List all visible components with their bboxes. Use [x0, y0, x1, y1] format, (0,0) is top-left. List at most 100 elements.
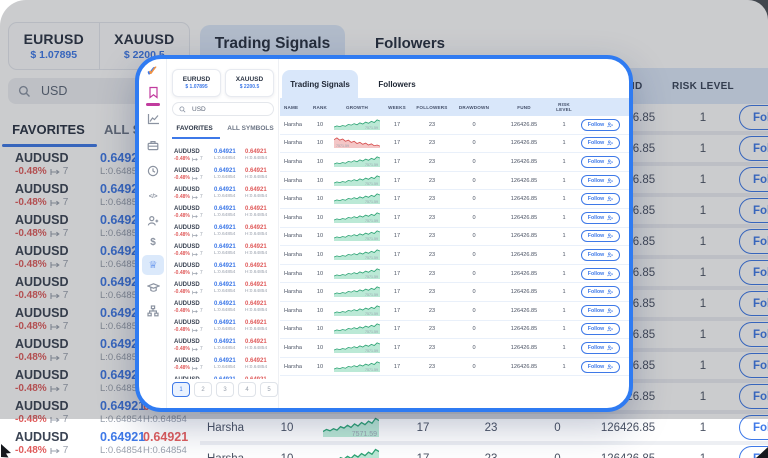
- follow-button[interactable]: Follow: [580, 211, 621, 224]
- bid-price: 0.64921: [214, 225, 236, 231]
- weeks-value: 17: [393, 326, 401, 333]
- follow-button[interactable]: Follow: [580, 341, 621, 354]
- symbol-name: AUDUSD: [174, 282, 200, 288]
- symbol-list-item[interactable]: AUDUSD -0.48% 7 0.64921 L:0.64854 0.6492…: [167, 356, 279, 375]
- symbol-list-item[interactable]: AUDUSD -0.48% 7 0.64921 L:0.64854 0.6492…: [167, 337, 279, 356]
- follow-button[interactable]: Follow: [580, 323, 621, 336]
- fund-value: 126426.85: [510, 214, 538, 221]
- signal-row[interactable]: Harsha 10 7571.59 17 23 0 126426.85 1 Fo…: [280, 265, 629, 284]
- symbol-change: -0.48%: [174, 175, 190, 181]
- spread-value: 7: [199, 270, 203, 276]
- search-bar[interactable]: [172, 102, 274, 116]
- ask-high: H:0.64854: [245, 175, 268, 180]
- signal-row[interactable]: Harsha 10 7571.59 17 23 0 126426.85 1 Fo…: [200, 445, 768, 458]
- follow-button[interactable]: Follow: [580, 118, 621, 131]
- weeks-value: 17: [393, 140, 401, 147]
- briefcase-icon[interactable]: [139, 137, 167, 153]
- symbol-list-item[interactable]: AUDUSD -0.48% 7 0.64921 L:0.64854 0.6492…: [167, 185, 279, 204]
- follow-button[interactable]: Follow: [580, 286, 621, 299]
- symbol-list-item[interactable]: AUDUSD -0.48% 7 0.64921 L:0.64854 0.6492…: [167, 299, 279, 318]
- symbol-list-item[interactable]: AUDUSD -0.48% 7 0.64921 L:0.64854 0.6492…: [167, 375, 279, 379]
- follow-user-icon: [607, 289, 614, 295]
- follow-button[interactable]: Follow: [580, 174, 621, 187]
- symbol-list-item[interactable]: AUDUSD -0.48% 7 0.64921 L:0.64854 0.6492…: [167, 147, 279, 166]
- signal-row[interactable]: Harsha 10 7571.59 17 23 0 126426.85 1 Fo…: [280, 321, 629, 340]
- history-icon[interactable]: [139, 163, 167, 179]
- hierarchy-icon[interactable]: [139, 303, 167, 319]
- page-5[interactable]: 5: [260, 382, 278, 397]
- spread-icon: [192, 157, 198, 161]
- tab-xauusd[interactable]: XAUUSD $ 2200.5: [225, 69, 274, 97]
- tab-all-symbols[interactable]: ALL SYMBOLS: [222, 125, 279, 132]
- symbol-list-item[interactable]: AUDUSD -0.48% 7 0.64921 L:0.64854 0.6492…: [0, 427, 230, 458]
- follow-user-icon: [607, 233, 614, 239]
- signal-row[interactable]: Harsha 10 7571.59 17 23 0 126426.85 1 Fo…: [280, 228, 629, 247]
- education-icon[interactable]: [139, 279, 167, 295]
- bid-low: L:0.64854: [214, 308, 236, 313]
- symbol-list-item[interactable]: AUDUSD -0.48% 7 0.64921 L:0.64854 0.6492…: [167, 261, 279, 280]
- follow-button[interactable]: Follow: [580, 193, 621, 206]
- symbol-list-item[interactable]: AUDUSD -0.48% 7 0.64921 L:0.64854 0.6492…: [167, 318, 279, 337]
- page-2[interactable]: 2: [194, 382, 212, 397]
- growth-value: 7571.59: [351, 431, 377, 438]
- signals-crown-icon[interactable]: ♕: [142, 255, 164, 275]
- tab-eurusd[interactable]: EURUSD $ 1.07895: [172, 69, 221, 97]
- symbol-name: AUDUSD: [174, 206, 200, 212]
- risk-level-value: 1: [562, 233, 566, 240]
- page-1[interactable]: 1: [172, 382, 190, 397]
- signal-row[interactable]: Harsha 10 7571.59 17 23 0 126426.85 1 Fo…: [280, 246, 629, 265]
- ask-high: H:0.64854: [245, 251, 268, 256]
- growth-sparkline: 7571.59: [334, 211, 380, 223]
- signal-row[interactable]: Harsha 10 7571.59 17 23 0 126426.85 1 Fo…: [280, 172, 629, 191]
- ask-high: H:0.64854: [245, 327, 268, 332]
- signal-row[interactable]: Harsha 10 7571.59 17 23 0 126426.85 1 Fo…: [280, 116, 629, 135]
- ask-price: 0.64921: [245, 187, 267, 193]
- page-4[interactable]: 4: [238, 382, 256, 397]
- ask-high: H:0.64854: [245, 156, 268, 161]
- follow-button[interactable]: Follow: [580, 360, 621, 373]
- growth-value: 7571.59: [365, 162, 378, 167]
- follow-button[interactable]: Follow: [580, 304, 621, 317]
- rank-value: 10: [316, 289, 324, 296]
- follow-button[interactable]: Follow: [580, 230, 621, 243]
- risk-level-value: 1: [562, 196, 566, 203]
- symbol-list-item[interactable]: AUDUSD -0.48% 7 0.64921 L:0.64854 0.6492…: [167, 204, 279, 223]
- ask-price: 0.64921: [245, 358, 267, 364]
- invite-user-icon[interactable]: [139, 213, 167, 229]
- bid-price: 0.64921: [214, 149, 236, 155]
- search-input[interactable]: [190, 104, 260, 114]
- follow-button[interactable]: Follow: [580, 267, 621, 280]
- signal-row[interactable]: Harsha 10 7571.59 17 23 0 126426.85 1 Fo…: [280, 190, 629, 209]
- signal-row[interactable]: Harsha 10 7571.59 17 23 0 126426.85 1 Fo…: [280, 209, 629, 228]
- symbol-list-item[interactable]: AUDUSD -0.48% 7 0.64921 L:0.64854 0.6492…: [167, 242, 279, 261]
- tab-trading-signals[interactable]: Trading Signals: [282, 70, 358, 98]
- bookmark-icon[interactable]: [139, 83, 167, 101]
- risk-level-value: 1: [562, 214, 566, 221]
- tab-followers[interactable]: Followers: [362, 70, 432, 98]
- spread-value: 7: [199, 175, 203, 181]
- bid-price: 0.64921: [214, 244, 236, 250]
- follow-button[interactable]: Follow: [580, 155, 621, 168]
- signal-row[interactable]: Harsha 10 7571.59 17 23 0 126426.85 1 Fo…: [280, 302, 629, 321]
- signal-row[interactable]: Harsha 10 7571.59 17 23 0 126426.85 1 Fo…: [280, 358, 629, 377]
- follow-button[interactable]: Follow: [580, 248, 621, 261]
- tab-favorites[interactable]: FAVORITES: [167, 125, 222, 132]
- growth-sparkline: 7571.59: [334, 136, 380, 149]
- weeks-value: 17: [393, 214, 401, 221]
- search-icon: [179, 105, 186, 112]
- code-icon[interactable]: </>: [139, 189, 167, 203]
- rank-value: 10: [316, 140, 324, 147]
- header-growth: GROWTH: [345, 104, 369, 110]
- dollar-icon[interactable]: $: [139, 235, 167, 249]
- chart-icon[interactable]: [139, 111, 167, 127]
- page-3[interactable]: 3: [216, 382, 234, 397]
- symbol-list-item[interactable]: AUDUSD -0.48% 7 0.64921 L:0.64854 0.6492…: [167, 223, 279, 242]
- signal-row[interactable]: Harsha 10 7571.59 17 23 0 126426.85 1 Fo…: [280, 283, 629, 302]
- follow-button[interactable]: Follow: [580, 137, 621, 150]
- signal-row[interactable]: Harsha 10 7571.59 17 23 0 126426.85 1 Fo…: [280, 153, 629, 172]
- follow-label: Follow: [587, 344, 605, 351]
- signal-row[interactable]: Harsha 10 7571.59 17 23 0 126426.85 1 Fo…: [280, 135, 629, 154]
- symbol-list-item[interactable]: AUDUSD -0.48% 7 0.64921 L:0.64854 0.6492…: [167, 166, 279, 185]
- symbol-list-item[interactable]: AUDUSD -0.48% 7 0.64921 L:0.64854 0.6492…: [167, 280, 279, 299]
- signal-row[interactable]: Harsha 10 7571.59 17 23 0 126426.85 1 Fo…: [280, 339, 629, 358]
